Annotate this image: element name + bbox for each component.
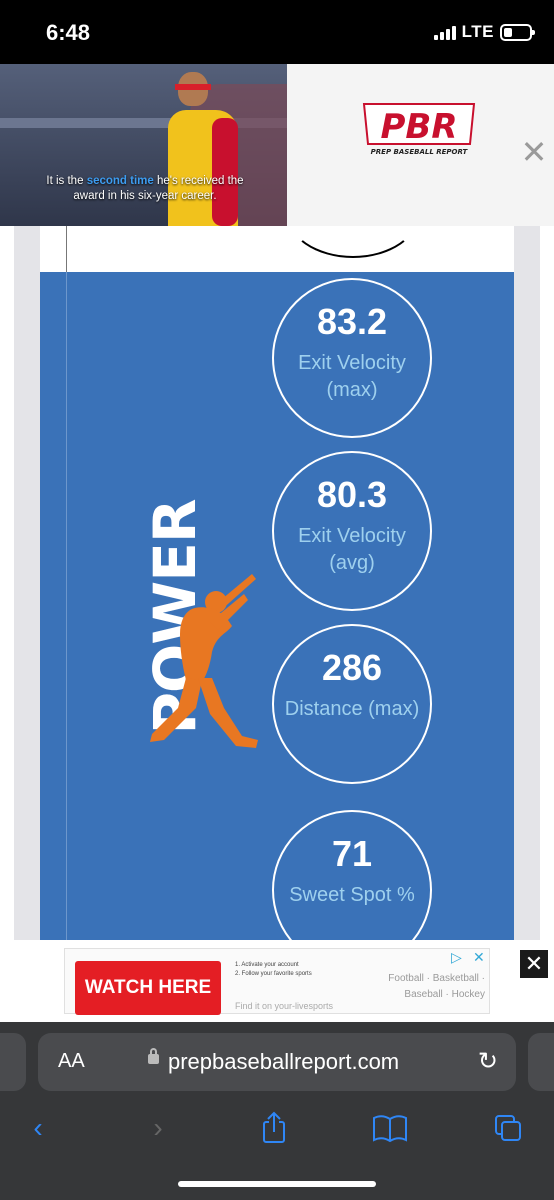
bottom-banner-ad[interactable]: WATCH HERE 1. Activate your account 2. F… [0, 940, 554, 1024]
stat-value: 71 [331, 833, 373, 874]
stat-label: Sweet Spot % [289, 884, 415, 906]
status-bar: 6:48 LTE [0, 0, 554, 64]
card-top [40, 224, 514, 272]
stat-label: Exit Velocity (max) [298, 352, 406, 401]
stat-label: Distance (max) [284, 698, 420, 720]
svg-text:PREP BASEBALL REPORT: PREP BASEBALL REPORT [371, 148, 469, 156]
svg-text:PBR: PBR [380, 107, 457, 147]
status-time: 6:48 [46, 20, 91, 45]
watch-here-button[interactable]: WATCH HERE [75, 961, 221, 1015]
right-gutter [514, 224, 540, 1024]
pbr-logo[interactable]: PBR PREP BASEBALL REPORT [358, 100, 480, 156]
back-icon[interactable]: ‹ [16, 1110, 60, 1146]
stat-exit-velocity-max: 83.2 Exit Velocity (max) [272, 278, 432, 438]
browser-toolbar: ‹ › [0, 1100, 554, 1160]
status-indicators: LTE [433, 22, 535, 42]
bookmarks-icon[interactable] [368, 1110, 412, 1146]
ad-steps: 1. Activate your account 2. Follow your … [235, 962, 312, 977]
ad-find-text: Find it on your-livesports [235, 1001, 334, 1011]
next-tab-peek[interactable] [528, 1033, 554, 1091]
stat-label: Exit Velocity (avg) [298, 525, 406, 574]
tabs-icon[interactable] [486, 1110, 530, 1146]
reload-icon[interactable]: ↻ [478, 1047, 498, 1076]
left-gutter [14, 224, 40, 1024]
signal-icon [433, 24, 456, 40]
battery-icon [500, 23, 535, 41]
address-bar[interactable]: AA prepbaseballreport.com ↻ [38, 1033, 516, 1091]
power-panel: POWER 83.2 Exit Velocity (max) 80.3 Exit… [40, 272, 514, 982]
close-banner-icon[interactable]: ✕ [520, 950, 548, 978]
network-type: LTE [461, 22, 494, 41]
home-indicator[interactable] [178, 1181, 376, 1187]
share-icon[interactable] [252, 1110, 296, 1146]
close-ad-icon[interactable]: ✕ [520, 136, 548, 168]
video-thumbnail[interactable]: It is the second time he's received the … [0, 64, 287, 226]
adchoices-icon[interactable]: ▷ [451, 949, 462, 966]
stat-value: 80.3 [316, 474, 388, 515]
batter-silhouette-icon [150, 574, 258, 748]
ad-banner[interactable]: WATCH HERE 1. Activate your account 2. F… [64, 948, 490, 1015]
stat-distance-max: 286 Distance (max) [272, 624, 432, 784]
stat-value: 83.2 [316, 301, 388, 342]
stat-exit-velocity-avg: 80.3 Exit Velocity (avg) [272, 451, 432, 611]
video-caption: It is the second time he's received the … [46, 175, 244, 202]
top-video-ad[interactable]: It is the second time he's received the … [0, 64, 554, 226]
url-text[interactable]: prepbaseballreport.com [168, 1049, 399, 1075]
forward-icon[interactable]: › [136, 1110, 180, 1146]
previous-tab-peek[interactable] [0, 1033, 26, 1091]
reader-settings-button[interactable]: AA [58, 1050, 85, 1073]
stat-value: 286 [321, 647, 383, 688]
lock-icon [148, 1048, 159, 1064]
panel-divider [66, 272, 67, 982]
divider-line [66, 224, 67, 272]
ad-dismiss-icon[interactable]: ✕ [473, 949, 485, 966]
ad-sports-list: Football · Basketball · Baseball · Hocke… [388, 973, 485, 1000]
